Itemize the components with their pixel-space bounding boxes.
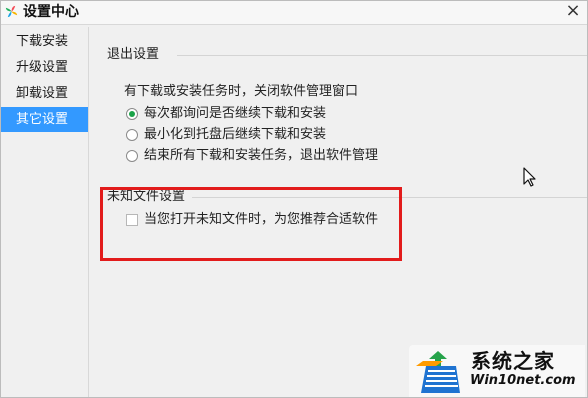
close-button[interactable]: × <box>565 2 581 20</box>
exit-option-label: 结束所有下载和安装任务，退出软件管理 <box>144 148 379 163</box>
settings-sidebar: 下载安装 升级设置 卸载设置 其它设置 <box>1 27 89 397</box>
exit-settings-prompt: 有下载或安装任务时，关闭软件管理窗口 <box>124 84 359 99</box>
exit-option-end-all-tasks[interactable]: 结束所有下载和安装任务，退出软件管理 <box>126 147 378 165</box>
exit-option-label: 每次都询问是否继续下载和安装 <box>144 106 327 121</box>
radio-button[interactable] <box>126 108 138 120</box>
sidebar-item-upgrade-settings[interactable]: 升级设置 <box>1 55 88 80</box>
mouse-cursor-icon <box>523 167 536 187</box>
sidebar-item-label: 其它设置 <box>16 112 69 127</box>
sidebar-item-label: 升级设置 <box>16 60 69 75</box>
settings-window: 设置中心 × 下载安装 升级设置 卸载设置 其它设置 退出设置 有下载或安装任务… <box>0 0 588 398</box>
sidebar-item-uninstall-settings[interactable]: 卸载设置 <box>1 81 88 106</box>
recommend-software-label: 当您打开未知文件时，为您推荐合适软件 <box>144 212 379 227</box>
house-logo-icon <box>416 351 460 393</box>
close-icon: × <box>565 0 581 21</box>
radio-button[interactable] <box>126 150 138 162</box>
unknown-file-settings-divider <box>192 197 587 198</box>
window-title: 设置中心 <box>23 4 79 20</box>
radio-button[interactable] <box>126 129 138 141</box>
watermark-subtitle: Win10net.com <box>470 373 576 388</box>
exit-settings-title: 退出设置 <box>107 47 160 62</box>
exit-option-minimize-to-tray[interactable]: 最小化到托盘后继续下载和安装 <box>126 126 326 144</box>
sidebar-item-other-settings[interactable]: 其它设置 <box>1 107 88 132</box>
unknown-file-settings-title: 未知文件设置 <box>107 189 186 204</box>
recommend-software-checkbox-row[interactable]: 当您打开未知文件时，为您推荐合适软件 <box>126 211 378 229</box>
exit-option-ask-each-time[interactable]: 每次都询问是否继续下载和安装 <box>126 105 326 123</box>
watermark-title: 系统之家 <box>471 349 555 373</box>
recommend-software-checkbox[interactable] <box>126 214 138 226</box>
sidebar-item-label: 下载安装 <box>16 34 69 49</box>
windmill-icon <box>5 5 18 18</box>
exit-settings-divider <box>177 55 587 56</box>
sidebar-item-download-install[interactable]: 下载安装 <box>1 29 88 54</box>
watermark: 系统之家 Win10net.com <box>409 345 585 397</box>
exit-option-label: 最小化到托盘后继续下载和安装 <box>144 127 327 142</box>
sidebar-item-label: 卸载设置 <box>16 86 69 101</box>
title-bar: 设置中心 × <box>1 1 587 25</box>
